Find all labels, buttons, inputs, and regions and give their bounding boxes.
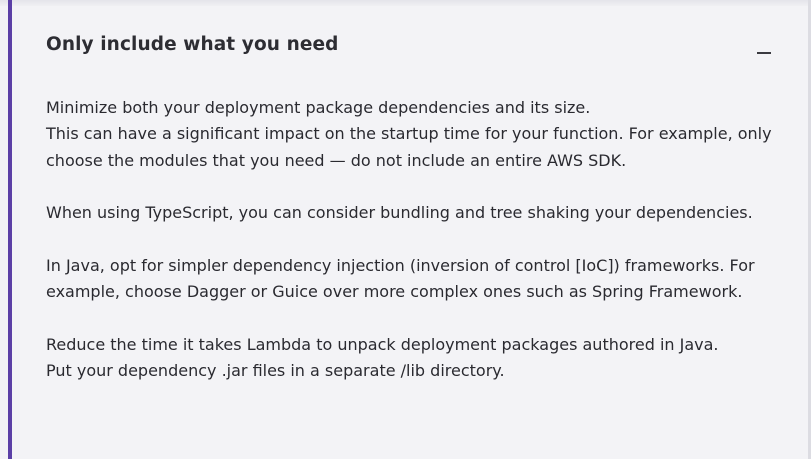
paragraph-line: This can have a significant impact on th… (46, 124, 772, 170)
minus-icon (757, 52, 771, 54)
paragraph-line: Put your dependency .jar files in a sepa… (46, 360, 505, 380)
paragraph-line: In Java, opt for simpler dependency inje… (46, 255, 755, 302)
collapse-button[interactable] (753, 38, 775, 60)
accordion-header[interactable]: Only include what you need (12, 6, 805, 86)
accordion-panel: Only include what you need Minimize both… (0, 0, 811, 459)
accordion-content: Minimize both your deployment package de… (46, 95, 781, 411)
paragraph-line: Minimize both your deployment package de… (46, 98, 591, 117)
paragraph: Minimize both your deployment package de… (46, 95, 781, 174)
paragraph: Reduce the time it takes Lambda to unpac… (46, 332, 781, 385)
paragraph: When using TypeScript, you can consider … (46, 200, 781, 226)
paragraph-line: Reduce the time it takes Lambda to unpac… (46, 334, 719, 354)
paragraph: In Java, opt for simpler dependency inje… (46, 253, 781, 306)
section-title: Only include what you need (46, 34, 339, 55)
paragraph-line: When using TypeScript, you can consider … (46, 203, 753, 223)
